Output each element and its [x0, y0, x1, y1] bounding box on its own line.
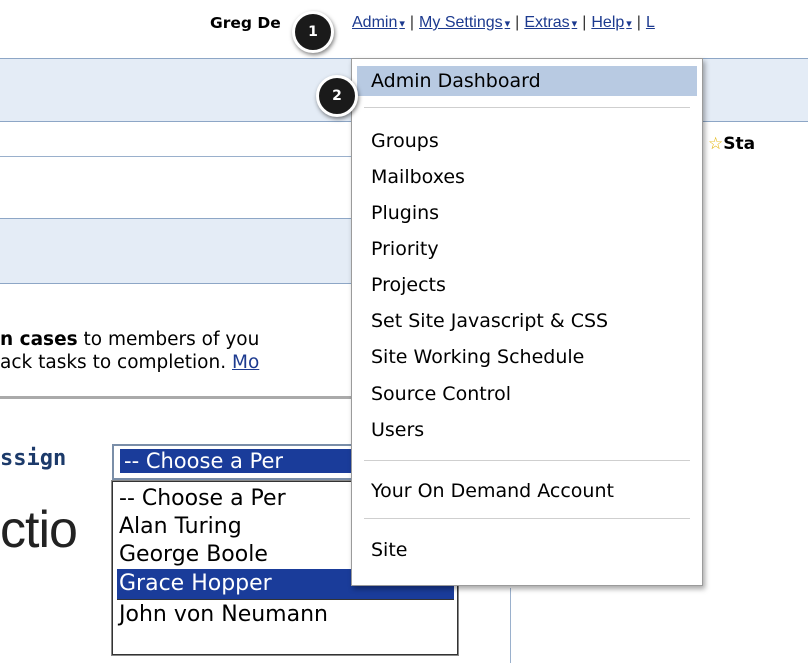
toolbar-star[interactable]: ▾☆Sta — [694, 134, 755, 154]
star-icon: ☆ — [708, 134, 724, 154]
nav-separator: | — [515, 14, 520, 31]
menu-item-site-javascript-css[interactable]: Set Site Javascript & CSS — [371, 309, 608, 333]
nav-separator: | — [582, 14, 587, 31]
nav-help-link[interactable]: Help ▾ — [591, 14, 631, 31]
select-value: -- Choose a Per — [120, 449, 364, 473]
menu-item-users[interactable]: Users — [371, 418, 424, 442]
nav-separator: | — [636, 14, 641, 31]
nav-extras-link[interactable]: Extras ▾ — [524, 14, 577, 31]
nav-separator: | — [409, 14, 415, 31]
menu-divider — [364, 518, 690, 519]
nav-my-settings-link[interactable]: My Settings ▾ — [419, 14, 510, 31]
chevron-down-icon: ▾ — [626, 18, 632, 30]
menu-item-site-working-schedule[interactable]: Site Working Schedule — [371, 345, 584, 369]
menu-item-mailboxes[interactable]: Mailboxes — [371, 165, 465, 189]
nav-admin-link[interactable]: Admin ▾ — [352, 14, 405, 31]
menu-item-plugins[interactable]: Plugins — [371, 201, 439, 225]
menu-item-projects[interactable]: Projects — [371, 273, 446, 297]
divider — [0, 396, 360, 399]
step-marker-1: 1 — [292, 11, 334, 53]
step-marker-2: 2 — [316, 75, 358, 117]
menu-item-on-demand-account[interactable]: Your On Demand Account — [371, 479, 614, 503]
menu-divider — [364, 460, 690, 461]
menu-divider — [364, 107, 690, 108]
menu-item-groups[interactable]: Groups — [371, 129, 439, 153]
admin-dropdown-menu: Admin Dashboard Groups Mailboxes Plugins… — [351, 58, 703, 586]
nav-links: Admin ▾ | My Settings ▾ | Extras ▾ | Help ▾ | L — [352, 14, 655, 32]
menu-item-source-control[interactable]: Source Control — [371, 382, 511, 406]
menu-item-priority[interactable]: Priority — [371, 237, 439, 261]
user-name: Greg De — [210, 14, 281, 32]
star-label: Sta — [723, 134, 756, 154]
list-option[interactable]: John von Neumann — [117, 599, 454, 629]
section-heading: ctio — [0, 501, 78, 559]
nav-logout-link[interactable]: L — [646, 14, 655, 31]
more-link[interactable]: Mo — [232, 352, 259, 373]
divider — [0, 156, 360, 157]
intro-text: n cases to members of you ack tasks to c… — [0, 329, 260, 373]
column-divider — [510, 588, 511, 663]
menu-item-site[interactable]: Site — [371, 538, 407, 562]
top-nav: Greg De Admin ▾ | My Settings ▾ | Extras ▾ | Help… — [0, 14, 808, 38]
menu-item-admin-dashboard[interactable]: Admin Dashboard — [371, 69, 541, 93]
section-band — [0, 218, 360, 284]
assign-label: ssign — [0, 446, 67, 471]
assign-person-select[interactable]: -- Choose a Per — [112, 444, 366, 480]
